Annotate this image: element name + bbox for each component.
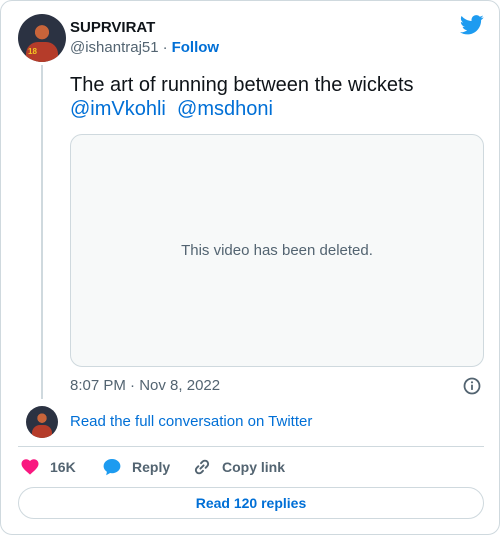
copy-link-button[interactable]: Copy link <box>192 456 285 478</box>
deleted-video-placeholder: This video has been deleted. <box>70 134 484 367</box>
media-status-text: This video has been deleted. <box>181 242 373 259</box>
mention-link[interactable]: @msdhoni <box>177 98 273 120</box>
tweet-text: The art of running between the wickets @… <box>70 73 485 121</box>
link-icon <box>194 459 210 475</box>
heart-icon <box>21 459 39 475</box>
follow-button[interactable]: Follow <box>172 39 220 56</box>
tweet-card: 18 SUPRVIRAT @ishantraj51 · Follow The art… <box>0 0 500 535</box>
read-replies-button[interactable]: Read 120 replies <box>18 487 484 519</box>
read-conversation-link[interactable]: Read the full conversation on Twitter <box>70 413 312 430</box>
reply-button[interactable]: Reply <box>102 456 170 478</box>
tweet-time: 8:07 PM <box>70 377 126 394</box>
author-avatar[interactable]: 18 <box>18 14 66 62</box>
twitter-bird-icon[interactable] <box>460 15 484 35</box>
like-count: 16K <box>50 459 76 475</box>
handle-separator: · <box>162 39 168 56</box>
tweet-body: The art of running between the wickets <box>70 74 414 96</box>
copy-link-label: Copy link <box>222 459 286 475</box>
tweet-date: Nov 8, 2022 <box>139 377 221 394</box>
tweet-mentions: @imVkohli @msdhoni <box>70 97 485 121</box>
tweet-timestamp[interactable]: 8:07 PM · Nov 8, 2022 <box>70 377 220 394</box>
divider <box>18 446 484 447</box>
thread-connector <box>41 65 43 399</box>
info-icon[interactable] <box>462 376 482 396</box>
author-handle[interactable]: @ishantraj51 <box>70 39 159 56</box>
avatar-jersey-number: 18 <box>28 47 37 56</box>
author-name[interactable]: SUPRVIRAT <box>70 19 155 36</box>
timestamp-separator: · <box>130 377 136 394</box>
author-line: @ishantraj51 · Follow <box>70 39 219 56</box>
reply-bubble-icon <box>103 459 121 476</box>
reply-label: Reply <box>132 459 171 475</box>
like-button[interactable]: 16K <box>20 456 76 478</box>
mention-link[interactable]: @imVkohli <box>70 98 166 120</box>
conversation-avatar[interactable] <box>26 406 58 438</box>
